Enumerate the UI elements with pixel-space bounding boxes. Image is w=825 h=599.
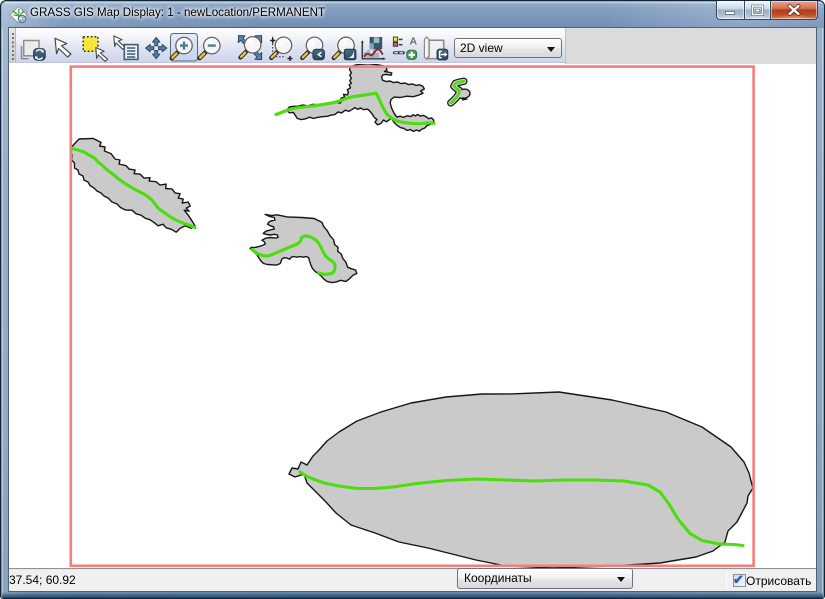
svg-text:A: A xyxy=(410,35,418,47)
